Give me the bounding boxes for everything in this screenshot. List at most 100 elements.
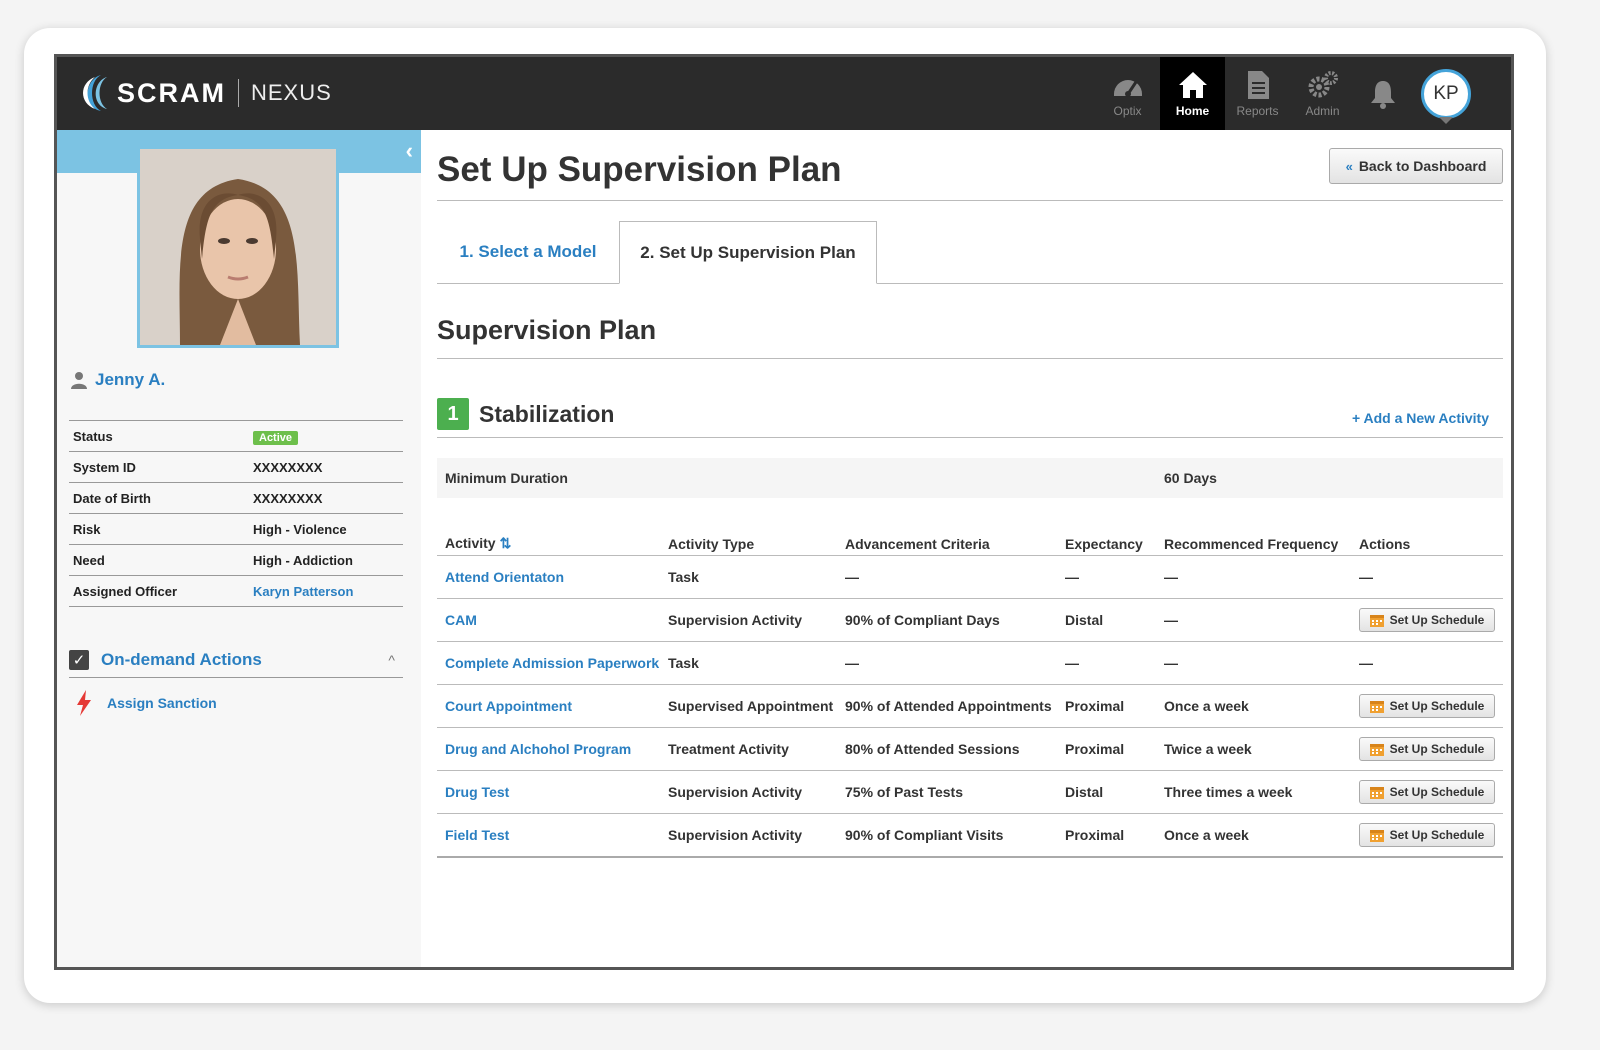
brand-separator — [238, 79, 239, 107]
setup-schedule-label: Set Up Schedule — [1389, 699, 1485, 713]
phase-header: 1 Stabilization — [437, 398, 614, 430]
divider — [437, 200, 1503, 201]
nav-item-reports[interactable]: Reports — [1225, 57, 1290, 130]
activity-type: Supervised Appointment — [668, 698, 834, 714]
table-row: Drug Test Supervision Activity 75% of Past… — [437, 770, 1503, 814]
frequency: Once a week — [1164, 698, 1249, 714]
activity-link[interactable]: Complete Admission Paperwork — [445, 655, 659, 671]
assigned-officer-link[interactable]: Karyn Patterson — [253, 584, 403, 599]
activity-link[interactable]: Attend Orientaton — [445, 569, 564, 585]
table-row: CAM Supervision Activity 90% of Compliant … — [437, 598, 1503, 642]
detail-value: XXXXXXXX — [253, 490, 323, 506]
expectancy: Proximal — [1065, 741, 1125, 757]
table-header-row: Activity ⇅ Activity Type Advancement Crit… — [437, 526, 1503, 556]
frequency: Once a week — [1164, 827, 1249, 843]
assign-sanction-link[interactable]: Assign Sanction — [75, 690, 217, 716]
detail-value: High - Addiction — [253, 552, 353, 568]
user-menu[interactable]: KP — [1411, 57, 1481, 130]
column-header: Actions — [1351, 526, 1503, 556]
detail-label: Need — [73, 552, 105, 568]
person-portrait-icon — [140, 149, 336, 345]
activity-link[interactable]: CAM — [445, 612, 477, 628]
chevron-left-icon[interactable]: ‹ — [406, 138, 413, 164]
setup-schedule-label: Set Up Schedule — [1389, 742, 1485, 756]
setup-schedule-button[interactable]: Set Up Schedule — [1359, 780, 1495, 804]
chevron-up-icon[interactable]: ^ — [388, 652, 395, 668]
client-name[interactable]: Jenny A. — [71, 370, 165, 390]
setup-schedule-button[interactable]: Set Up Schedule — [1359, 823, 1495, 847]
setup-schedule-button[interactable]: Set Up Schedule — [1359, 694, 1495, 718]
advancement-criteria: — — [845, 569, 859, 585]
home-icon — [1178, 71, 1207, 98]
column-header: Activity Type — [660, 526, 837, 556]
nav-item-admin[interactable]: Admin — [1290, 57, 1355, 130]
frequency: — — [1164, 655, 1178, 671]
activity-type: Task — [668, 655, 699, 671]
column-header-activity[interactable]: Activity ⇅ — [437, 526, 660, 556]
brand-name: SCRAM — [117, 77, 226, 108]
advancement-criteria: 90% of Attended Appointments — [845, 698, 1052, 714]
detail-row-officer: Assigned Officer Karyn Patterson — [69, 576, 403, 607]
nav-item-home[interactable]: Home — [1160, 57, 1225, 130]
assign-sanction-label: Assign Sanction — [107, 695, 217, 711]
detail-row-dob: Date of Birth XXXXXXXX — [69, 483, 403, 514]
notifications-button[interactable] — [1355, 57, 1411, 130]
calendar-icon — [1369, 615, 1384, 627]
main-nav: Optix Home Reports Admin KP — [1095, 57, 1481, 130]
speedometer-icon — [1113, 79, 1142, 97]
activity-link[interactable]: Court Appointment — [445, 698, 572, 714]
nav-label: Home — [1175, 103, 1210, 118]
setup-schedule-button[interactable]: Set Up Schedule — [1359, 737, 1495, 761]
activity-type: Treatment Activity — [668, 741, 789, 757]
frequency: — — [1164, 569, 1178, 585]
activity-type: Task — [668, 569, 699, 585]
table-row: Complete Admission Paperwork Task — — — — — [437, 641, 1503, 685]
advancement-criteria: 90% of Compliant Days — [845, 612, 1000, 628]
setup-schedule-button[interactable]: Set Up Schedule — [1359, 608, 1495, 632]
add-activity-link[interactable]: + Add a New Activity — [1352, 410, 1489, 426]
status-badge: Active — [253, 430, 299, 445]
sort-icon[interactable]: ⇅ — [500, 535, 512, 551]
wizard-tabs: 1. Select a Model 2. Set Up Supervision … — [437, 221, 1503, 284]
divider — [437, 358, 1503, 359]
table-row: Drug and Alchohol Program Treatment Activ… — [437, 727, 1503, 771]
scram-logo-icon — [83, 75, 107, 111]
phase-title: Stabilization — [479, 400, 615, 427]
top-bar: SCRAM NEXUS Optix Home Reports Admin KP — [57, 57, 1511, 130]
ondemand-actions-header[interactable]: ✓ On-demand Actions ^ — [69, 643, 403, 678]
calendar-icon — [1369, 830, 1384, 842]
detail-value: XXXXXXXX — [253, 459, 323, 475]
page-title: Set Up Supervision Plan — [437, 150, 842, 189]
expectancy: Distal — [1065, 612, 1104, 628]
client-sidebar: ‹ Jenny A. Status Active System ID XXXXX… — [57, 130, 421, 967]
detail-label: Risk — [73, 521, 101, 537]
client-details-table: Status Active System ID XXXXXXXX Date of… — [69, 420, 403, 607]
product-name: NEXUS — [251, 80, 332, 105]
activity-link[interactable]: Field Test — [445, 827, 509, 843]
frequency: Twice a week — [1164, 741, 1252, 757]
calendar-icon — [1369, 701, 1384, 713]
minimum-duration-row: Minimum Duration 60 Days — [437, 458, 1503, 498]
table-row: Court Appointment Supervised Appointment 9… — [437, 684, 1503, 728]
client-name-text: Jenny A. — [95, 370, 166, 389]
client-photo — [137, 146, 339, 348]
activity-link[interactable]: Drug and Alchohol Program — [445, 741, 631, 757]
detail-row-system-id: System ID XXXXXXXX — [69, 452, 403, 483]
detail-row-need: Need High - Addiction — [69, 545, 403, 576]
nav-label: Admin — [1305, 103, 1340, 118]
activity-type: Supervision Activity — [668, 612, 803, 628]
calendar-icon — [1369, 787, 1384, 799]
activity-type: Supervision Activity — [668, 827, 803, 843]
nav-item-optix[interactable]: Optix — [1095, 57, 1160, 130]
detail-label: Date of Birth — [73, 490, 151, 506]
tab-setup-plan[interactable]: 2. Set Up Supervision Plan — [619, 221, 877, 284]
setup-schedule-label: Set Up Schedule — [1389, 613, 1485, 627]
activities-table-body: Attend Orientaton Task — — — — CAM Supervision … — [437, 555, 1503, 858]
detail-label: Assigned Officer — [73, 583, 178, 599]
back-to-dashboard-button[interactable]: « Back to Dashboard — [1329, 148, 1503, 184]
column-header: Advancement Criteria — [837, 526, 1057, 556]
frequency: — — [1164, 612, 1178, 628]
activity-link[interactable]: Drug Test — [445, 784, 509, 800]
brand-logo[interactable]: SCRAM NEXUS — [75, 69, 332, 117]
tab-select-model[interactable]: 1. Select a Model — [437, 221, 619, 283]
